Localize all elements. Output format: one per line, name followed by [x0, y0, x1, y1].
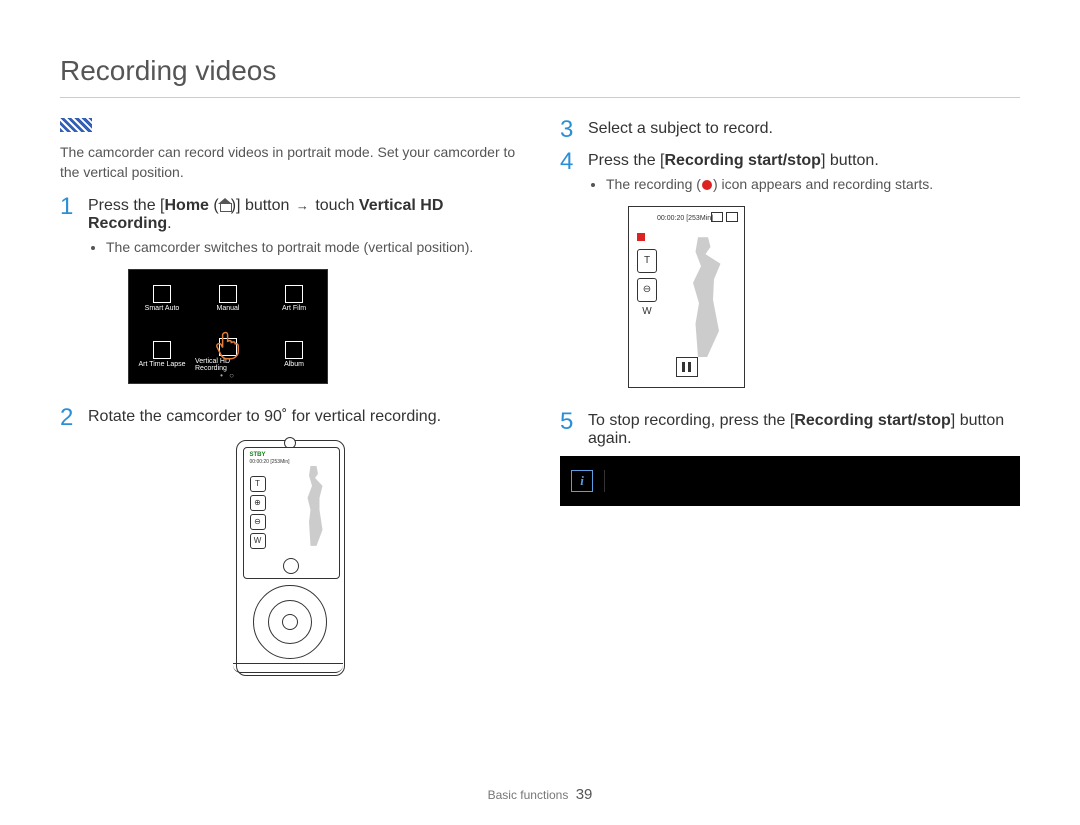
menu-item: Manual: [195, 270, 261, 327]
step-number: 1: [60, 195, 78, 398]
device-base: [233, 663, 343, 673]
device-lcd: STBY 00:00:20 [253Min] T ⊕ ⊖ W: [243, 447, 340, 579]
intro-text: The camcorder can record videos in portr…: [60, 142, 520, 183]
step4-text: Press the [Recording start/stop] button.: [588, 152, 879, 169]
pause-button-icon: [676, 357, 698, 377]
step-2: 2 Rotate the camcorder to 90˚ for vertic…: [60, 406, 520, 430]
step-number: 3: [560, 118, 578, 142]
arrow-icon: →: [296, 198, 309, 213]
zoom-out-button-icon: ⊖W: [637, 278, 657, 302]
stby-label: STBY: [250, 452, 266, 458]
menu-icon: [285, 341, 303, 359]
menu-item: Smart Auto: [129, 270, 195, 327]
divider: [60, 97, 1020, 98]
vshot-time: 00:00:20 [253Min]: [657, 215, 713, 222]
touch-pointer-icon: [214, 330, 240, 360]
subject-silhouette-icon: [678, 237, 728, 357]
vertical-recording-illustration: 00:00:20 [253Min] T⊕ ⊖W: [628, 206, 745, 388]
footer-section: Basic functions: [488, 788, 569, 802]
step2-text: Rotate the camcorder to 90˚ for vertical…: [88, 408, 441, 425]
step-5: 5 To stop recording, press the [Recordin…: [560, 410, 1020, 448]
subject-silhouette-icon: [299, 466, 329, 546]
menu-item: Art Film: [261, 270, 327, 327]
page-number: 39: [576, 786, 593, 803]
step1-bullet: The camcorder switches to portrait mode …: [106, 237, 520, 257]
page-footer: Basic functions 39: [0, 786, 1080, 803]
page-dots: • ○: [129, 371, 327, 380]
zoom-out-icon: ⊖: [250, 514, 266, 530]
step-1: 1 Press the [Home ()] button → touch Ver…: [60, 195, 520, 398]
mode-indicator-icon: [60, 118, 92, 132]
record-dot-icon: [702, 180, 712, 190]
zoom-tele-icon: T: [250, 476, 266, 492]
step-number: 2: [60, 406, 78, 430]
step-number: 5: [560, 410, 578, 448]
note-text: [605, 475, 1020, 487]
right-column: 3 Select a subject to record. 4 Press th…: [560, 118, 1020, 676]
step-4: 4 Press the [Recording start/stop] butto…: [560, 150, 1020, 402]
record-led-icon: [282, 614, 298, 630]
step4-bullet: The recording () icon appears and record…: [606, 174, 1020, 194]
zoom-wide-icon: W: [250, 533, 266, 549]
recording-indicator-icon: [637, 233, 645, 241]
step1-text: Press the [Home ()] button → touch Verti…: [88, 197, 443, 232]
storage-icon: [711, 212, 723, 222]
record-button-icon: [283, 558, 299, 574]
step5-text: To stop recording, press the [Recording …: [588, 412, 1004, 447]
left-column: The camcorder can record videos in portr…: [60, 118, 520, 676]
jog-dial-icon: [253, 585, 327, 659]
note-icon: i: [560, 470, 605, 492]
camcorder-illustration: STBY 00:00:20 [253Min] T ⊕ ⊖ W: [236, 440, 345, 676]
home-icon: [219, 200, 231, 210]
menu-icon: [153, 285, 171, 303]
zoom-in-button-icon: T⊕: [637, 249, 657, 273]
menu-icon: [285, 285, 303, 303]
note-box: i: [560, 456, 1020, 506]
step-3: 3 Select a subject to record.: [560, 118, 1020, 142]
menu-icon: [153, 341, 171, 359]
step3-text: Select a subject to record.: [588, 120, 773, 137]
battery-icon: [726, 212, 738, 222]
home-menu-illustration: Smart Auto Manual Art Film Art Time Laps…: [128, 269, 328, 384]
page-title: Recording videos: [60, 55, 1020, 87]
lcd-time: 00:00:20 [253Min]: [250, 459, 290, 465]
zoom-in-icon: ⊕: [250, 495, 266, 511]
step-number: 4: [560, 150, 578, 402]
menu-icon: [219, 285, 237, 303]
